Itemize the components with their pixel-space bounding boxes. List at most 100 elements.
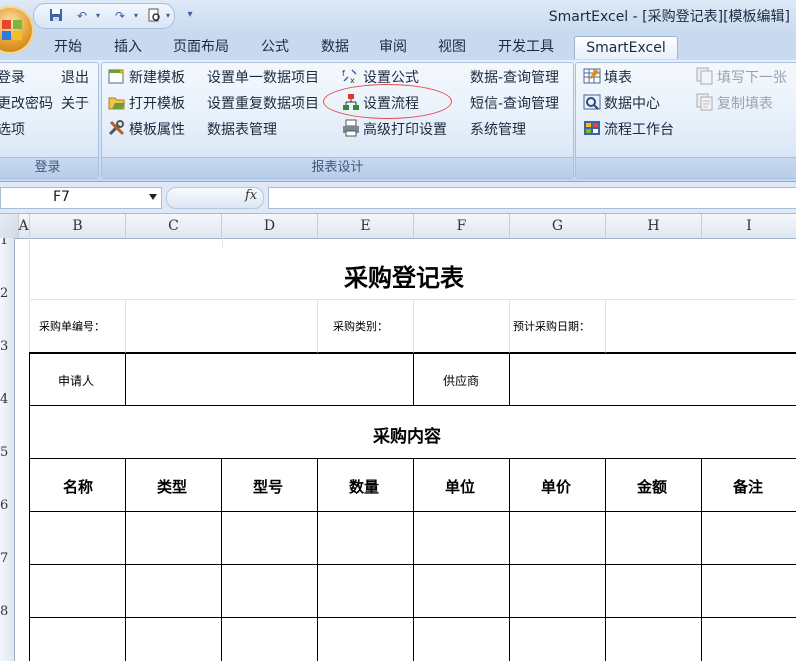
header-cell-type[interactable]: 类型 xyxy=(126,459,222,512)
tab-view[interactable]: 视图 xyxy=(429,36,475,58)
column-header-f[interactable]: F xyxy=(414,214,510,238)
undo-dropdown-icon[interactable]: ▾ xyxy=(90,8,106,24)
sms-query-manage-button[interactable]: 短信-查询管理 xyxy=(470,93,559,115)
table-cell[interactable] xyxy=(29,618,126,661)
table-cell[interactable] xyxy=(702,565,796,618)
column-header-e[interactable]: E xyxy=(318,214,414,238)
row-header-4[interactable]: 4 xyxy=(0,353,15,407)
logout-button[interactable]: 退出 xyxy=(61,67,89,89)
tab-formulas[interactable]: 公式 xyxy=(252,36,298,58)
save-icon[interactable] xyxy=(48,8,64,24)
table-cell[interactable] xyxy=(414,512,510,565)
fill-next-button[interactable]: 填写下一张 xyxy=(696,67,787,89)
table-cell[interactable] xyxy=(126,565,222,618)
repeat-data-item-button[interactable]: 设置重复数据项目 xyxy=(207,93,319,115)
table-cell[interactable] xyxy=(222,618,318,661)
copy-fill-button[interactable]: 复制填表 xyxy=(696,93,773,115)
order-no-value-cell[interactable] xyxy=(126,300,318,353)
cell-section-title[interactable]: 采购内容 xyxy=(29,406,796,459)
header-cell-amount[interactable]: 金额 xyxy=(606,459,702,512)
header-cell-unit[interactable]: 单位 xyxy=(414,459,510,512)
login-button[interactable]: 登录 xyxy=(0,67,25,89)
fill-form-button[interactable]: 填表 xyxy=(583,67,632,89)
table-cell[interactable] xyxy=(222,512,318,565)
advanced-print-button[interactable]: 高级打印设置 xyxy=(342,119,447,141)
table-cell[interactable] xyxy=(414,618,510,661)
column-header-g[interactable]: G xyxy=(510,214,606,238)
table-cell[interactable] xyxy=(29,565,126,618)
row-header-9[interactable] xyxy=(0,618,15,661)
tab-review[interactable]: 审阅 xyxy=(370,36,416,58)
table-cell[interactable] xyxy=(126,618,222,661)
category-value-cell[interactable] xyxy=(414,300,510,353)
name-box-dropdown-icon[interactable] xyxy=(149,194,157,200)
customize-qat-icon[interactable]: ▾ xyxy=(182,7,198,23)
new-template-button[interactable]: 新建模板 xyxy=(108,67,185,89)
redo-icon[interactable]: ↷ xyxy=(112,8,128,24)
table-cell[interactable] xyxy=(606,512,702,565)
table-cell[interactable] xyxy=(606,565,702,618)
data-query-manage-button[interactable]: 数据-查询管理 xyxy=(470,67,559,89)
tab-page-layout[interactable]: 页面布局 xyxy=(164,36,238,58)
planned-date-value-cell[interactable] xyxy=(606,300,796,353)
workflow-desk-button[interactable]: 流程工作台 xyxy=(583,119,674,141)
cell-title[interactable]: 采购登记表 xyxy=(29,247,796,300)
cell-e3[interactable]: 采购类别： xyxy=(318,300,414,353)
column-header-b[interactable]: B xyxy=(30,214,126,238)
table-cell[interactable] xyxy=(318,618,414,661)
table-cell[interactable] xyxy=(414,565,510,618)
fx-icon[interactable]: fx xyxy=(245,188,257,203)
header-cell-quantity[interactable]: 数量 xyxy=(318,459,414,512)
header-cell-name[interactable]: 名称 xyxy=(29,459,126,512)
column-header-c[interactable]: C xyxy=(126,214,222,238)
row-header-3[interactable]: 3 xyxy=(0,300,15,354)
table-cell[interactable] xyxy=(606,618,702,661)
column-header-a[interactable]: A xyxy=(18,214,30,238)
header-cell-model[interactable]: 型号 xyxy=(222,459,318,512)
undo-icon[interactable]: ↶ xyxy=(74,8,90,24)
select-all-corner[interactable] xyxy=(0,214,19,238)
about-button[interactable]: 关于 xyxy=(61,93,89,115)
header-cell-remark[interactable]: 备注 xyxy=(702,459,796,512)
table-cell[interactable] xyxy=(510,565,606,618)
table-cell[interactable] xyxy=(318,512,414,565)
row-header-5[interactable]: 5 xyxy=(0,406,15,460)
single-data-item-button[interactable]: 设置单一数据项目 xyxy=(207,67,319,89)
applicant-value-cell[interactable] xyxy=(126,353,414,406)
table-cell[interactable] xyxy=(510,618,606,661)
tab-insert[interactable]: 插入 xyxy=(104,36,152,58)
tab-home[interactable]: 开始 xyxy=(44,36,92,58)
supplier-value-cell[interactable] xyxy=(510,353,796,406)
change-password-button[interactable]: 更改密码 xyxy=(0,93,53,115)
formula-input[interactable] xyxy=(268,187,796,209)
row-header-6[interactable]: 6 xyxy=(0,459,15,513)
column-header-h[interactable]: H xyxy=(606,214,702,238)
template-properties-button[interactable]: 模板属性 xyxy=(108,119,185,141)
row-header-2[interactable]: 2 xyxy=(0,247,15,301)
tab-smartexcel[interactable]: SmartExcel xyxy=(574,36,678,59)
data-center-button[interactable]: 数据中心 xyxy=(583,93,660,115)
redo-dropdown-icon[interactable]: ▾ xyxy=(128,8,144,24)
cell-b4[interactable]: 申请人 xyxy=(29,353,126,406)
header-cell-unit-price[interactable]: 单价 xyxy=(510,459,606,512)
column-header-d[interactable]: D xyxy=(222,214,318,238)
cell-f4[interactable]: 供应商 xyxy=(414,353,510,406)
table-cell[interactable] xyxy=(702,512,796,565)
table-cell[interactable] xyxy=(222,565,318,618)
column-header-i[interactable]: I xyxy=(702,214,796,238)
cell-g3[interactable]: 预计采购日期： xyxy=(510,300,606,353)
tab-data[interactable]: 数据 xyxy=(312,36,358,58)
system-manage-button[interactable]: 系统管理 xyxy=(470,119,526,141)
name-box[interactable]: F7 xyxy=(0,187,162,209)
table-cell[interactable] xyxy=(29,512,126,565)
table-cell[interactable] xyxy=(318,565,414,618)
cell-b3[interactable]: 采购单编号： xyxy=(29,300,126,353)
table-cell[interactable] xyxy=(702,618,796,661)
tab-developer[interactable]: 开发工具 xyxy=(488,36,564,58)
data-table-manage-button[interactable]: 数据表管理 xyxy=(207,119,277,141)
row-header-8[interactable]: 8 xyxy=(0,565,15,619)
options-button[interactable]: 选项 xyxy=(0,119,25,141)
table-cell[interactable] xyxy=(510,512,606,565)
table-cell[interactable] xyxy=(126,512,222,565)
qat-dropdown-icon[interactable]: ▾ xyxy=(160,8,176,24)
